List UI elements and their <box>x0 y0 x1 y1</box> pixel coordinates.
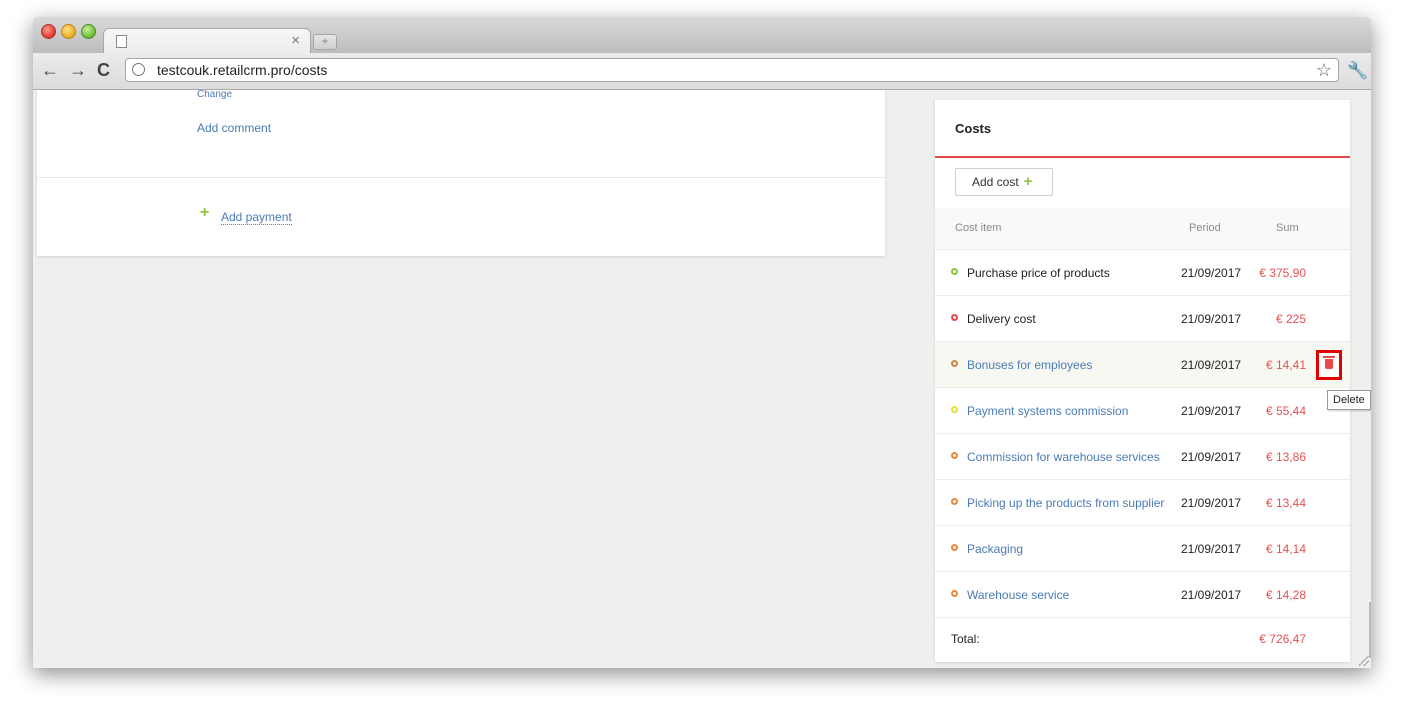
order-panel: Change Add comment + Add payment <box>37 90 885 256</box>
costs-panel: Costs Add cost + Cost item Period Sum Pur… <box>935 100 1350 662</box>
bookmark-star-icon[interactable]: ☆ <box>1316 60 1332 81</box>
column-header-cost-item: Cost item <box>955 222 1002 234</box>
scrollbar[interactable] <box>1369 602 1371 658</box>
resize-grip-icon[interactable] <box>1359 656 1369 666</box>
address-bar[interactable]: testcouk.retailcrm.pro/costs ☆ <box>125 58 1339 82</box>
cost-sum: € 14,28 <box>1265 588 1306 602</box>
status-dot-icon <box>951 314 958 321</box>
status-dot-icon <box>951 498 958 505</box>
status-dot-icon <box>951 590 958 597</box>
cost-period: 21/09/2017 <box>1181 312 1242 326</box>
add-comment-link[interactable]: Add comment <box>197 121 271 135</box>
costs-title: Costs <box>955 121 992 136</box>
wrench-icon[interactable]: 🔧 <box>1347 61 1368 81</box>
cost-row[interactable]: Payment systems commission 21/09/2017 € 55… <box>935 388 1350 434</box>
page-icon <box>116 35 127 48</box>
cost-row[interactable]: Purchase price of products 21/09/2017 € 37… <box>935 250 1350 296</box>
cost-period: 21/09/2017 <box>1181 542 1242 556</box>
delete-button[interactable] <box>1316 350 1342 380</box>
costs-header: Costs <box>935 100 1350 158</box>
add-cost-button[interactable]: Add cost + <box>955 168 1053 196</box>
cost-sum: € 13,44 <box>1265 496 1306 510</box>
reload-icon[interactable]: C <box>97 61 110 79</box>
back-arrow-icon[interactable]: ← <box>41 61 59 79</box>
forward-arrow-icon[interactable]: → <box>69 61 87 79</box>
divider <box>37 177 885 178</box>
cost-row[interactable]: Picking up the products from supplier 21/… <box>935 480 1350 526</box>
globe-icon <box>132 63 145 76</box>
cost-row[interactable]: Packaging 21/09/2017 € 14,14 <box>935 526 1350 572</box>
cost-item-name[interactable]: Packaging <box>967 542 1023 556</box>
status-dot-icon <box>951 544 958 551</box>
column-header-sum: Sum <box>1276 222 1299 234</box>
costs-table-header: Cost item Period Sum <box>935 208 1350 250</box>
cost-sum: € 55,44 <box>1265 404 1306 418</box>
column-header-period: Period <box>1189 222 1221 234</box>
plus-icon[interactable]: + <box>200 205 209 221</box>
cost-sum: € 13,86 <box>1265 450 1306 464</box>
cost-row[interactable]: Delivery cost 21/09/2017 € 225 <box>935 296 1350 342</box>
cost-period: 21/09/2017 <box>1181 404 1242 418</box>
add-cost-label: Add cost <box>972 175 1019 189</box>
trash-icon <box>1325 359 1333 369</box>
window-close-button[interactable] <box>41 24 56 39</box>
cost-period: 21/09/2017 <box>1181 266 1242 280</box>
cost-item-name[interactable]: Commission for warehouse services <box>967 450 1160 464</box>
total-row: Total: € 726,47 <box>935 618 1350 662</box>
cost-sum: € 14,41 <box>1265 358 1306 372</box>
window-maximize-button[interactable] <box>81 24 96 39</box>
cost-period: 21/09/2017 <box>1181 450 1242 464</box>
new-tab-button[interactable]: + <box>313 34 337 50</box>
window-minimize-button[interactable] <box>61 24 76 39</box>
status-dot-icon <box>951 452 958 459</box>
add-payment-link[interactable]: Add payment <box>221 210 292 225</box>
change-link[interactable]: Change <box>197 90 232 100</box>
cost-item-name[interactable]: Warehouse service <box>967 588 1069 602</box>
cost-period: 21/09/2017 <box>1181 496 1242 510</box>
status-dot-icon <box>951 268 958 275</box>
cost-row[interactable]: Commission for warehouse services 21/09/2… <box>935 434 1350 480</box>
cost-item-name: Purchase price of products <box>967 266 1110 280</box>
cost-row[interactable]: Warehouse service 21/09/2017 € 14,28 <box>935 572 1350 618</box>
browser-tab[interactable]: × <box>103 28 311 55</box>
trash-icon <box>1323 356 1335 358</box>
cost-item-name: Delivery cost <box>967 312 1036 326</box>
cost-row[interactable]: Bonuses for employees 21/09/2017 € 14,41 <box>935 342 1350 388</box>
cost-sum: € 375,90 <box>1259 266 1306 280</box>
browser-window: × + ← → C testcouk.retailcrm.pro/costs ☆… <box>33 17 1371 668</box>
tab-bar: × + <box>33 17 1371 55</box>
cost-item-name[interactable]: Picking up the products from supplier <box>967 496 1164 510</box>
delete-tooltip: Delete <box>1327 390 1371 410</box>
total-label: Total: <box>951 632 980 646</box>
status-dot-icon <box>951 406 958 413</box>
cost-period: 21/09/2017 <box>1181 358 1242 372</box>
page-viewport: Change Add comment + Add payment Costs A… <box>33 90 1371 668</box>
cost-sum: € 225 <box>1275 312 1306 326</box>
cost-item-name[interactable]: Bonuses for employees <box>967 358 1092 372</box>
cost-sum: € 14,14 <box>1265 542 1306 556</box>
status-dot-icon <box>951 360 958 367</box>
plus-icon: + <box>1023 173 1033 190</box>
tab-close-icon[interactable]: × <box>291 33 300 49</box>
cost-period: 21/09/2017 <box>1181 588 1242 602</box>
cost-item-name[interactable]: Payment systems commission <box>967 404 1128 418</box>
total-sum: € 726,47 <box>1259 632 1306 646</box>
browser-toolbar: ← → C testcouk.retailcrm.pro/costs ☆ 🔧 <box>33 53 1371 90</box>
url-text[interactable]: testcouk.retailcrm.pro/costs <box>157 62 327 78</box>
